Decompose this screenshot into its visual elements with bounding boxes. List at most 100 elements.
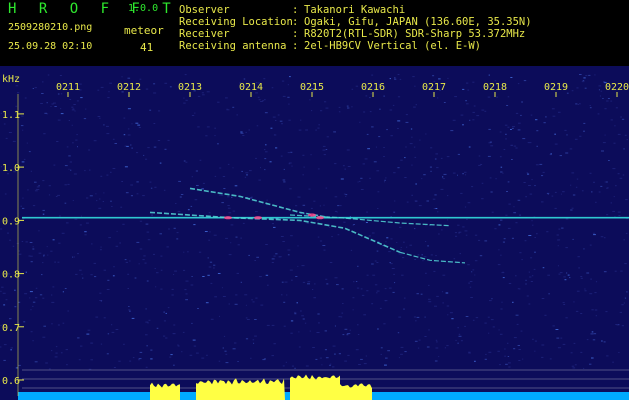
noise-speck (603, 271, 607, 273)
noise-speck (295, 276, 298, 277)
noise-speck (69, 161, 72, 163)
noise-speck (253, 342, 255, 344)
noise-speck (390, 263, 393, 265)
noise-speck (312, 347, 315, 348)
noise-speck (512, 126, 515, 128)
noise-speck (545, 116, 547, 118)
noise-speck (581, 81, 585, 83)
noise-speck (577, 256, 580, 258)
noise-speck (289, 188, 292, 190)
noise-speck (218, 360, 221, 362)
noise-speck (476, 115, 480, 117)
noise-speck (525, 196, 527, 198)
noise-speck (598, 85, 602, 87)
noise-speck (411, 164, 413, 166)
noise-speck (589, 244, 592, 246)
noise-speck (113, 367, 116, 368)
noise-speck (612, 168, 616, 170)
noise-speck (283, 181, 286, 183)
noise-speck (424, 316, 426, 318)
noise-speck (64, 165, 68, 167)
noise-speck (250, 196, 253, 198)
noise-speck (264, 149, 266, 151)
noise-speck (173, 324, 176, 326)
noise-speck (227, 196, 230, 198)
noise-speck (30, 309, 32, 311)
noise-speck (205, 302, 209, 304)
noise-speck (531, 179, 533, 181)
noise-speck (192, 339, 196, 341)
noise-speck (434, 158, 437, 160)
noise-speck (534, 237, 536, 238)
noise-speck (474, 274, 476, 276)
noise-speck (323, 249, 326, 251)
noise-speck (237, 244, 240, 246)
app-version: 1.0.0 (128, 3, 159, 14)
noise-speck (459, 253, 461, 255)
noise-speck (371, 263, 374, 265)
noise-speck (319, 205, 321, 207)
noise-speck (604, 108, 607, 110)
noise-speck (536, 145, 538, 147)
noise-speck (551, 108, 555, 110)
noise-speck (572, 367, 576, 369)
noise-speck (334, 353, 336, 355)
noise-speck (576, 290, 580, 292)
noise-speck (416, 316, 420, 318)
noise-speck (121, 181, 123, 182)
noise-speck (513, 337, 517, 339)
noise-speck (34, 87, 37, 89)
noise-speck (106, 353, 109, 355)
noise-speck (399, 78, 402, 80)
noise-speck (42, 336, 46, 338)
noise-speck (438, 78, 441, 80)
noise-speck (137, 124, 141, 126)
noise-speck (546, 231, 549, 233)
noise-speck (515, 275, 517, 277)
noise-speck (29, 242, 33, 243)
noise-speck (570, 352, 573, 354)
noise-speck (10, 349, 12, 351)
noise-speck (157, 140, 161, 141)
noise-speck (298, 129, 302, 131)
noise-speck (165, 337, 168, 339)
noise-speck (191, 176, 193, 178)
noise-speck (546, 192, 550, 194)
noise-speck (317, 168, 320, 170)
noise-speck (469, 286, 472, 288)
noise-speck (42, 180, 45, 182)
noise-speck (426, 200, 429, 202)
noise-speck (566, 134, 568, 136)
noise-speck (318, 124, 320, 126)
noise-speck (386, 237, 389, 239)
noise-speck (589, 293, 593, 295)
noise-speck (163, 311, 165, 313)
noise-speck (9, 239, 12, 241)
noise-speck (198, 251, 202, 253)
noise-speck (305, 365, 309, 367)
noise-speck (99, 198, 101, 200)
noise-speck (466, 218, 468, 220)
noise-speck (66, 222, 69, 224)
noise-speck (583, 248, 585, 250)
noise-speck (346, 105, 349, 107)
noise-speck (481, 198, 484, 200)
noise-speck (43, 255, 45, 257)
noise-speck (436, 341, 438, 343)
noise-speck (168, 228, 170, 230)
noise-speck (300, 310, 302, 312)
noise-speck (322, 149, 326, 151)
noise-speck (59, 215, 61, 217)
noise-speck (365, 222, 368, 223)
noise-speck (624, 297, 627, 299)
noise-speck (71, 109, 75, 111)
noise-speck (128, 309, 131, 311)
noise-speck (520, 330, 523, 332)
noise-speck (499, 333, 503, 335)
noise-speck (548, 293, 550, 295)
noise-speck (457, 327, 459, 329)
noise-speck (430, 147, 433, 149)
noise-speck (396, 242, 398, 243)
noise-speck (341, 288, 344, 290)
noise-speck (392, 291, 395, 293)
